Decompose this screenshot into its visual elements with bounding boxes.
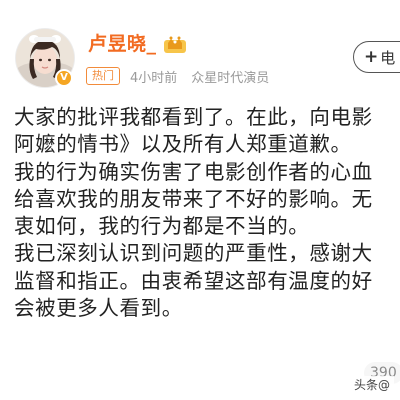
post-meta: 热门 4小时前 众星时代演员 xyxy=(86,66,269,86)
hot-badge[interactable]: 热门 xyxy=(86,67,120,85)
post-body-line: 监督和指正。由衷希望这部有温度的好 xyxy=(14,268,373,293)
post-body-line: 阿嬷的情书》以及所有人郑重道歉。 xyxy=(14,132,352,157)
post-body-line: 会被更多人看到。 xyxy=(14,296,183,321)
plus-icon: + xyxy=(364,47,379,67)
post-body: 大家的批评我都看到了。在此，向电影 阿嬷的情书》以及所有人郑重道歉。 我的行为确… xyxy=(14,104,400,322)
post-body-line: 衷如何，我的行为都是不当的。 xyxy=(14,214,310,239)
post-body-line: 我已深刻认识到问题的严重性，感谢大 xyxy=(14,241,373,266)
follow-button[interactable]: + 电 xyxy=(353,41,400,73)
author-source: 众星时代演员 xyxy=(191,70,270,86)
post-time: 4小时前 xyxy=(130,70,178,86)
author-name[interactable]: 卢昱晓_ xyxy=(88,32,157,56)
post-body-line: 我的行为确实伤害了电影创作者的心血 xyxy=(14,159,373,184)
weibo-post-card: V 卢昱晓_ 热门 4小时前 众星时代演员 + 电 大家的批评我都看到了。在此，… xyxy=(0,0,400,400)
verified-v-icon: V xyxy=(55,69,73,87)
watermark: 头条@ xyxy=(350,376,395,394)
post-body-line: 给喜欢我的朋友带来了不好的影响。无 xyxy=(14,186,373,211)
follow-button-label: 电 xyxy=(380,48,396,67)
crown-badge-icon[interactable] xyxy=(162,33,188,55)
post-body-line: 大家的批评我都看到了。在此，向电影 xyxy=(14,105,373,129)
